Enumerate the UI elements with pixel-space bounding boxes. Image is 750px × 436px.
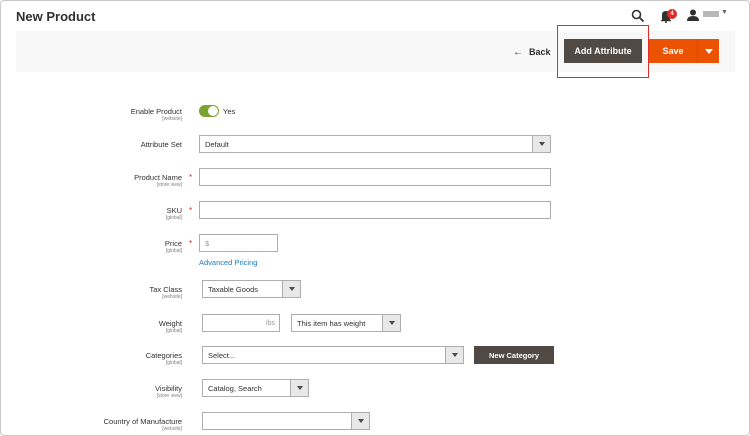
categories-label: Categories [global]	[145, 351, 182, 366]
attribute-set-label: Attribute Set	[140, 140, 182, 149]
enable-product-toggle[interactable]	[199, 105, 219, 117]
toggle-knob	[208, 106, 218, 116]
enable-product-label: Enable Product [website]	[130, 107, 182, 122]
dropdown-arrow-icon	[282, 281, 300, 297]
dropdown-arrow-icon	[445, 347, 463, 363]
back-button[interactable]: ← Back	[513, 45, 551, 59]
price-label: Price [global]	[164, 239, 182, 254]
advanced-pricing-link[interactable]: Advanced Pricing	[199, 258, 257, 267]
back-button-label: Back	[529, 47, 551, 57]
product-name-label: Product Name [store view]	[134, 173, 182, 188]
dropdown-arrow-icon	[290, 380, 308, 396]
arrow-left-icon: ←	[513, 46, 523, 58]
visibility-label: Visibility [store view]	[155, 384, 182, 399]
weight-label: Weight [global]	[158, 319, 182, 334]
visibility-select[interactable]: Catalog, Search	[202, 379, 309, 397]
scope-label: [website]	[162, 294, 182, 300]
visibility-value: Catalog, Search	[208, 383, 262, 393]
caret-down-icon	[704, 48, 713, 54]
categories-value: Select...	[208, 350, 236, 360]
dropdown-arrow-icon	[532, 136, 550, 152]
required-indicator: *	[189, 173, 193, 182]
dropdown-arrow-icon	[351, 413, 369, 429]
required-indicator: *	[189, 206, 193, 215]
price-input[interactable]: $	[199, 234, 278, 252]
new-category-button[interactable]: New Category	[474, 346, 554, 364]
notification-badge: 4	[667, 9, 677, 19]
save-button[interactable]: Save	[649, 39, 697, 63]
currency-symbol: $	[205, 238, 210, 248]
scope-label: [store view]	[156, 393, 182, 399]
enable-product-value: Yes	[223, 107, 236, 116]
search-icon[interactable]	[631, 9, 645, 23]
admin-frame: New Product 4 ▼ ← Back Add Attribute Sav…	[0, 0, 750, 436]
save-options-toggle[interactable]	[697, 39, 719, 63]
tax-class-label: Tax Class [website]	[149, 285, 182, 300]
weight-input[interactable]: lbs	[202, 314, 280, 332]
has-weight-select[interactable]: This item has weight	[291, 314, 401, 332]
attribute-set-select[interactable]: Default	[199, 135, 551, 153]
tax-class-value: Taxable Goods	[208, 284, 259, 294]
weight-unit: lbs	[266, 319, 275, 327]
product-name-input[interactable]	[199, 168, 551, 186]
scope-label: [website]	[162, 426, 182, 432]
sku-label: SKU [global]	[165, 206, 182, 221]
scope-label: [global]	[165, 328, 182, 334]
add-attribute-button[interactable]: Add Attribute	[564, 39, 642, 63]
has-weight-value: This item has weight	[297, 318, 366, 328]
country-of-manufacture-select[interactable]	[202, 412, 370, 430]
scope-label: [store view]	[156, 182, 182, 188]
scope-label: [website]	[162, 116, 182, 122]
chevron-down-icon[interactable]: ▼	[721, 9, 728, 16]
scope-label: [global]	[165, 360, 182, 366]
page-title: New Product	[16, 9, 96, 24]
sku-input[interactable]	[199, 201, 551, 219]
dropdown-arrow-icon	[382, 315, 400, 331]
scope-label: [global]	[165, 248, 182, 254]
tax-class-select[interactable]: Taxable Goods	[202, 280, 301, 298]
attribute-set-value: Default	[205, 139, 229, 149]
user-name-redacted[interactable]	[703, 11, 719, 17]
user-icon[interactable]	[687, 9, 699, 21]
categories-select[interactable]: Select...	[202, 346, 464, 364]
required-indicator: *	[189, 239, 193, 248]
scope-label: [global]	[165, 215, 182, 221]
country-of-manufacture-label: Country of Manufacture [website]	[103, 417, 182, 432]
